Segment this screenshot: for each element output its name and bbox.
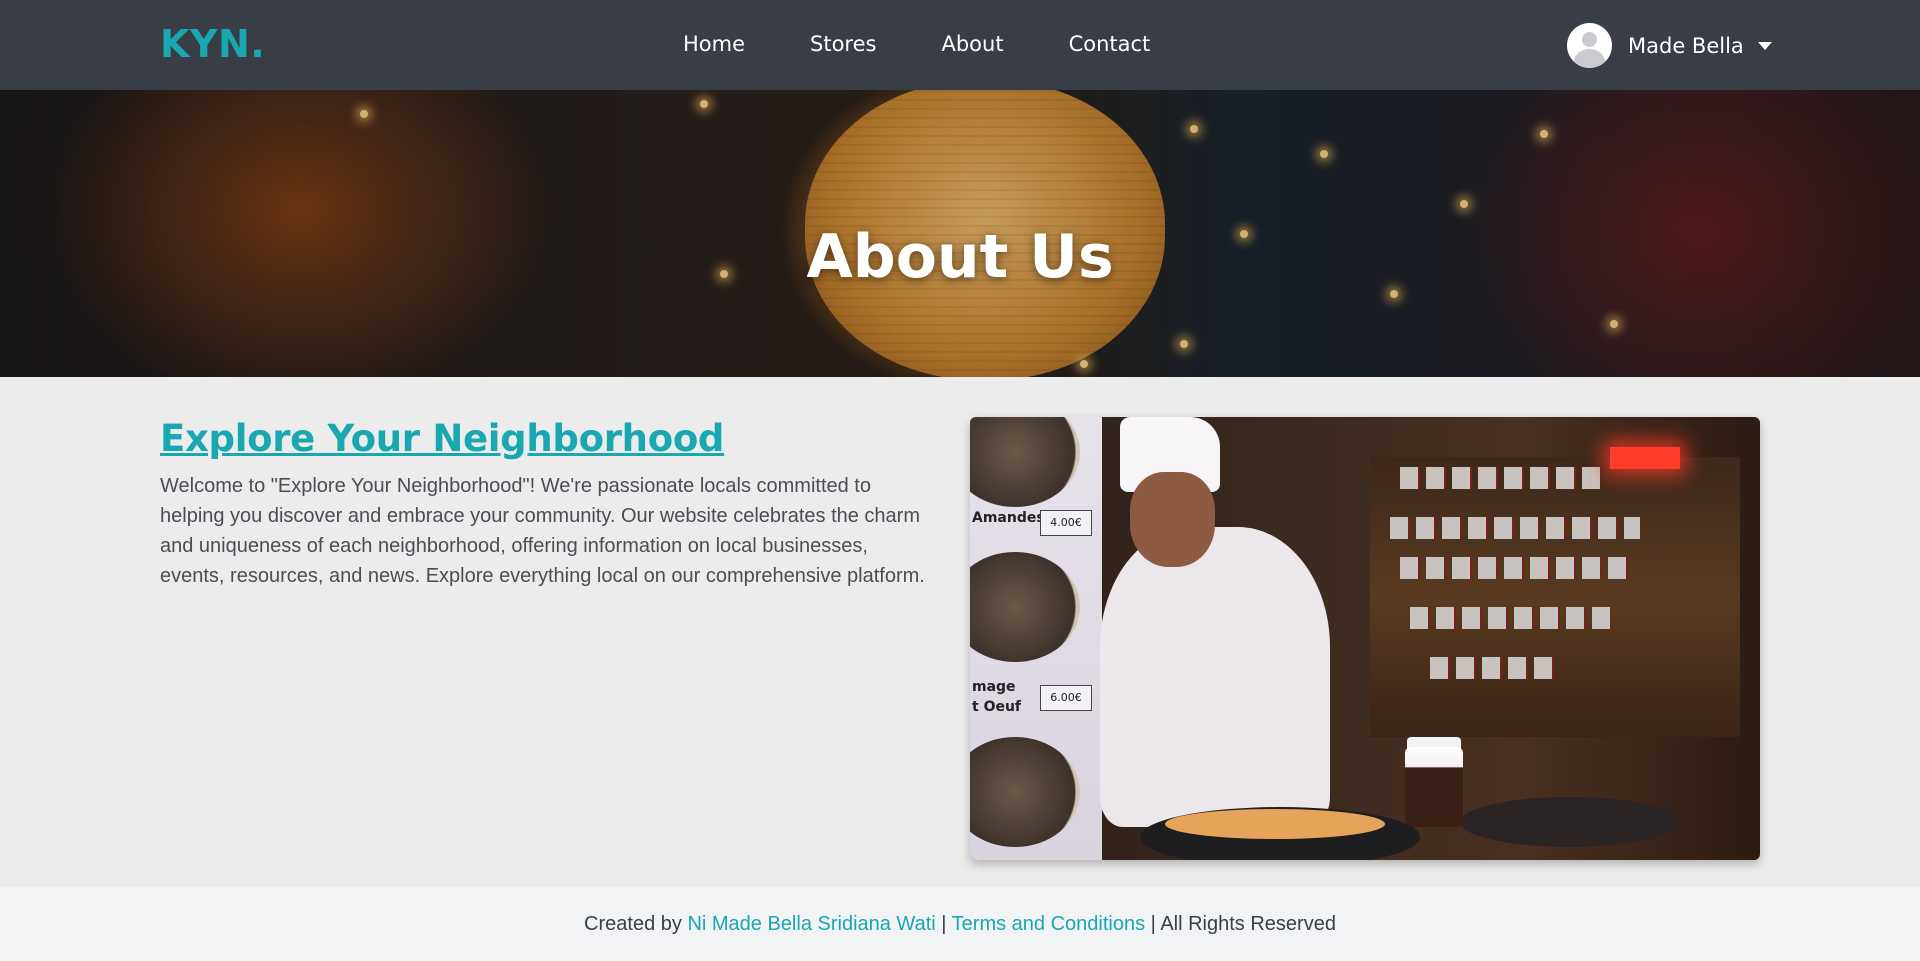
crepe-chef-photo: Amandes 4.00€ mage t Oeuf 6.00€: [970, 417, 1760, 860]
section-title[interactable]: Explore Your Neighborhood: [160, 417, 724, 460]
user-menu[interactable]: Made Bella: [1567, 23, 1772, 68]
user-avatar-icon: [1567, 23, 1612, 68]
menu-item-2-line1: mage: [972, 679, 1016, 695]
nav-link-home[interactable]: Home: [683, 32, 745, 56]
about-section: Explore Your Neighborhood Welcome to "Ex…: [0, 377, 1920, 887]
menu-item-2-line2: t Oeuf: [972, 699, 1022, 715]
footer: Created by Ni Made Bella Sridiana Wati |…: [0, 887, 1920, 961]
main-nav: Home Stores About Contact: [683, 32, 1215, 56]
nav-link-about[interactable]: About: [941, 32, 1003, 56]
hero-title: About Us: [806, 222, 1114, 293]
menu-item-amandes: Amandes: [972, 510, 1045, 526]
footer-prefix: Created by: [584, 913, 688, 935]
user-name: Made Bella: [1628, 33, 1744, 58]
brand-logo[interactable]: KYN.: [160, 22, 265, 66]
menu-price-1: 4.00€: [1040, 510, 1092, 536]
nav-link-stores[interactable]: Stores: [810, 32, 876, 56]
footer-terms-link[interactable]: Terms and Conditions: [952, 913, 1145, 935]
footer-rights: All Rights Reserved: [1160, 913, 1336, 935]
menu-price-2: 6.00€: [1040, 685, 1092, 711]
navbar: KYN. Home Stores About Contact Made Bell…: [0, 0, 1920, 90]
hero-banner: About Us: [0, 90, 1920, 377]
nav-link-contact[interactable]: Contact: [1069, 32, 1151, 56]
menu-board: Amandes 4.00€ mage t Oeuf 6.00€: [970, 417, 1102, 860]
section-description: Welcome to "Explore Your Neighborhood"! …: [160, 475, 925, 587]
footer-separator: |: [1145, 913, 1161, 935]
footer-separator: |: [935, 913, 952, 935]
caret-down-icon[interactable]: [1757, 41, 1772, 50]
footer-author-link[interactable]: Ni Made Bella Sridiana Wati: [687, 913, 935, 935]
